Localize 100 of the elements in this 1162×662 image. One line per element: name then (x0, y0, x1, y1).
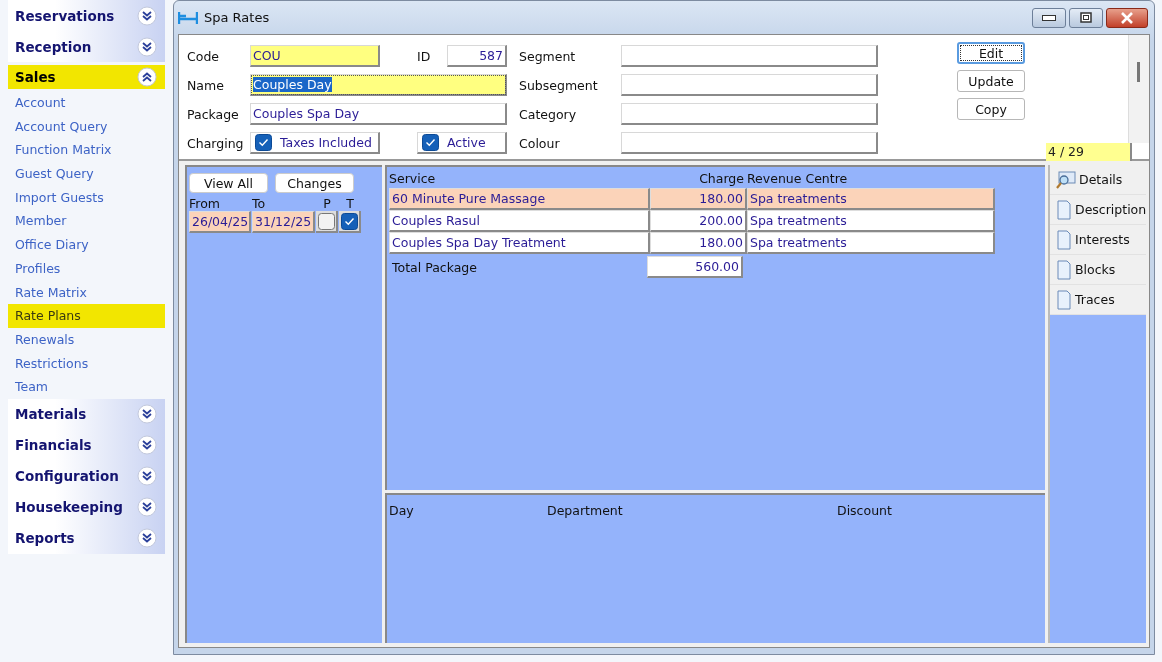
expand-icon[interactable] (137, 36, 157, 57)
table-cell: Spa treatments (747, 232, 995, 254)
field-label: Category (519, 106, 578, 122)
nav-item[interactable]: Restrictions (8, 351, 165, 376)
scrollbar[interactable] (1128, 35, 1149, 143)
expand-icon[interactable] (137, 528, 157, 549)
column-header: To (252, 196, 267, 211)
total-field: 560.00 (647, 256, 743, 278)
checkbox[interactable] (422, 134, 439, 151)
nav-item[interactable]: Guest Query (8, 162, 165, 186)
field-label: Code (187, 48, 220, 64)
nav-item[interactable]: Rate Plans (8, 304, 165, 328)
column-header: Day (389, 502, 415, 520)
page-icon (1056, 229, 1072, 250)
edit-button[interactable]: Edit (957, 42, 1025, 64)
checkbox-field[interactable]: Taxes Included (250, 132, 380, 154)
maximize-button[interactable] (1069, 7, 1103, 28)
column-header: Revenue Centre (747, 170, 849, 188)
minimize-icon (1042, 14, 1056, 21)
column-header: T (345, 196, 355, 211)
table-cell: 180.00 (650, 232, 747, 254)
field-label: Subsegment (519, 77, 599, 93)
table-cell: 200.00 (650, 210, 747, 232)
field-label: Name (187, 77, 225, 93)
bed-icon (178, 10, 198, 25)
nav-section-header[interactable]: Materials (8, 398, 165, 430)
changes-button[interactable]: Changes (275, 173, 354, 193)
nav-section-header[interactable]: Reports (8, 522, 165, 554)
table-cell: 31/12/25 (252, 211, 315, 233)
expand-icon[interactable] (137, 404, 157, 425)
column-header: P (322, 196, 332, 211)
nav-section-header[interactable]: Reservations (8, 0, 165, 31)
expand-icon[interactable] (137, 435, 157, 456)
column-header: Service (389, 170, 437, 188)
table-cell: 180.00 (650, 188, 747, 210)
side-tab[interactable]: Details (1050, 165, 1147, 195)
table-cell: Couples Spa Day Treatment (389, 232, 650, 254)
checkbox-field[interactable]: Active (417, 132, 507, 154)
page-icon (1056, 259, 1072, 280)
column-header: Charge (698, 170, 745, 188)
collapse-icon[interactable] (137, 67, 157, 87)
update-button[interactable]: Update (957, 70, 1025, 92)
nav-section-header[interactable]: Sales (8, 65, 165, 89)
window-title: Spa Rates (204, 10, 271, 25)
id-field[interactable]: 587 (447, 45, 507, 67)
nav-item[interactable]: Profiles (8, 256, 165, 281)
field-label: Charging (187, 135, 245, 151)
table-cell: 26/04/25 (189, 211, 251, 233)
name-field[interactable]: Couples Day (250, 74, 507, 96)
checkbox[interactable] (317, 212, 335, 230)
expand-icon[interactable] (137, 466, 157, 487)
checkbox[interactable] (255, 134, 272, 151)
table-cell: Spa treatments (747, 188, 995, 210)
total-label: Total Package (391, 258, 478, 277)
segment-field[interactable] (621, 45, 878, 67)
checkbox[interactable] (340, 212, 358, 230)
colour-field[interactable] (621, 132, 878, 154)
category-field[interactable] (621, 103, 878, 125)
package-field[interactable]: Couples Spa Day (250, 103, 507, 125)
field-label: ID (417, 48, 432, 64)
table-cell: Spa treatments (747, 210, 995, 232)
view-all-button[interactable]: View All (189, 173, 268, 193)
table-cell: Couples Rasul (389, 210, 650, 232)
field-label: Package (187, 106, 240, 122)
nav-item[interactable]: Renewals (8, 327, 165, 352)
magnifier-icon (1056, 170, 1076, 189)
close-button[interactable] (1106, 7, 1148, 28)
column-header: Discount (837, 502, 893, 520)
side-tab[interactable]: Interests (1050, 225, 1147, 255)
nav-section-header[interactable]: Reception (8, 31, 165, 62)
side-tab[interactable]: Description (1050, 195, 1147, 225)
copy-button[interactable]: Copy (957, 98, 1025, 120)
page-icon (1056, 289, 1072, 310)
nav-section-header[interactable]: Configuration (8, 460, 165, 492)
nav-item[interactable]: Rate Matrix (8, 280, 165, 305)
side-tab[interactable]: Traces (1050, 285, 1147, 315)
nav-item[interactable]: Function Matrix (8, 138, 165, 163)
column-header: From (189, 196, 221, 211)
table-cell: 60 Minute Pure Massage (389, 188, 650, 210)
expand-icon[interactable] (137, 497, 157, 518)
nav-section-header[interactable]: Financials (8, 429, 165, 461)
nav-item[interactable]: Office Diary (8, 233, 165, 257)
subsegment-field[interactable] (621, 74, 878, 96)
side-tab[interactable]: Blocks (1050, 255, 1147, 285)
close-icon (1120, 11, 1134, 24)
field-label: Colour (519, 135, 561, 151)
nav-item[interactable]: Account (8, 91, 165, 115)
expand-icon[interactable] (137, 5, 157, 26)
minimize-button[interactable] (1032, 7, 1066, 28)
nav-item[interactable]: Member (8, 209, 165, 234)
nav-section-header[interactable]: Housekeeping (8, 491, 165, 523)
nav-item[interactable]: Team (8, 375, 165, 399)
record-counter: 4 / 29 (1046, 143, 1132, 161)
nav-item[interactable]: Import Guests (8, 185, 165, 210)
field-label: Segment (519, 48, 577, 64)
code-field[interactable]: COU (250, 45, 380, 67)
maximize-icon (1080, 12, 1092, 23)
page-icon (1056, 199, 1072, 220)
column-header: Department (547, 502, 624, 520)
nav-item[interactable]: Account Query (8, 114, 165, 139)
